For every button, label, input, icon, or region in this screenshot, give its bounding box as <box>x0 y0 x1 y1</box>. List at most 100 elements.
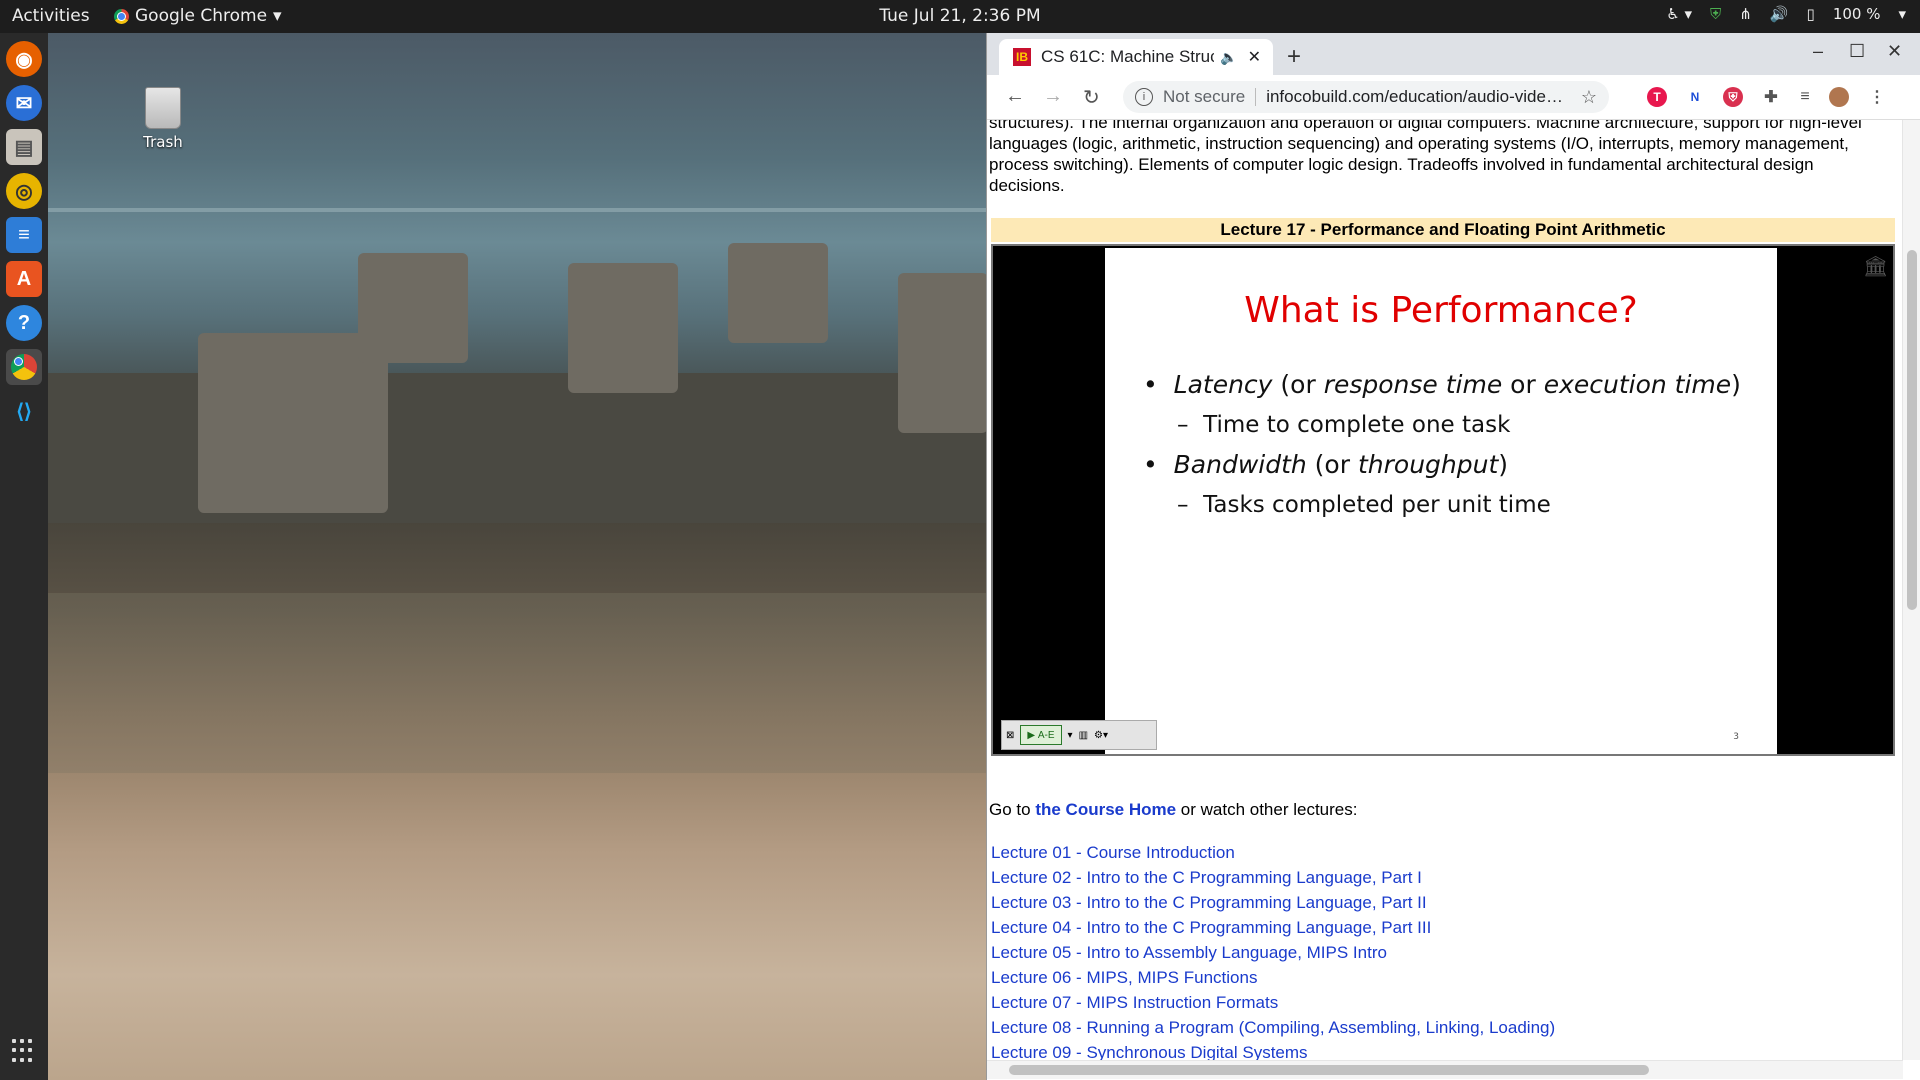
goto-suffix: or watch other lectures: <box>1176 800 1358 819</box>
close-tab-icon[interactable]: ✕ <box>1248 47 1261 67</box>
course-home-link[interactable]: the Course Home <box>1035 800 1176 819</box>
course-description: structures). The internal organization a… <box>989 120 1862 195</box>
trash-desktop-icon[interactable]: Trash <box>128 87 198 151</box>
play-button-label: A-E <box>1037 729 1055 741</box>
battery-icon: ▯ <box>1806 5 1815 23</box>
player-controls: ⊠ ▶ A-E ▾ ▥ ⚙▾ <box>1001 720 1157 750</box>
chrome-logo <box>11 354 37 380</box>
back-button[interactable]: ← <box>1005 85 1025 108</box>
slide-title: What is Performance? <box>1244 290 1638 331</box>
trash-label: Trash <box>143 133 183 151</box>
vertical-scrollbar[interactable] <box>1902 120 1920 1060</box>
files-icon[interactable]: ▤ <box>6 129 42 165</box>
profile-avatar[interactable] <box>1829 87 1849 107</box>
archive-icon[interactable]: 🏛 <box>1863 254 1888 278</box>
slide-text: ) <box>1731 370 1741 399</box>
tab-strip: IB CS 61C: Machine Struc 🔈 ✕ + – ☐ ✕ <box>987 33 1920 75</box>
slide-text: Time to complete one task <box>1203 412 1511 438</box>
extension-n-icon[interactable]: N <box>1685 87 1705 107</box>
tab-title: CS 61C: Machine Struc <box>1041 47 1215 66</box>
rhythmbox-icon[interactable]: ◎ <box>6 173 42 209</box>
slide-page-number: 3 <box>1733 732 1739 742</box>
lecture-link[interactable]: Lecture 07 - MIPS Instruction Formats <box>991 990 1555 1015</box>
site-favicon: IB <box>1013 48 1031 66</box>
maximize-button[interactable]: ☐ <box>1849 41 1865 62</box>
desktop-wallpaper: Trash <box>48 33 986 1080</box>
slide-bullet-2: • Bandwidth (or throughput) <box>1143 450 1509 479</box>
gear-icon[interactable]: ⚙▾ <box>1094 730 1108 741</box>
system-tray[interactable]: ♿ ▾ ⛨ ⋔ 🔊 ▯ 100 % ▾ <box>1666 5 1906 23</box>
extensions-puzzle-icon[interactable]: ✚ <box>1761 87 1781 107</box>
wall-post <box>358 253 468 363</box>
lecture-link[interactable]: Lecture 04 - Intro to the C Programming … <box>991 915 1555 940</box>
menu-kebab-icon[interactable]: ⋮ <box>1867 87 1887 107</box>
accessibility-icon[interactable]: ♿ ▾ <box>1666 5 1692 23</box>
minimize-button[interactable]: – <box>1813 41 1823 62</box>
help-icon[interactable]: ? <box>6 305 42 341</box>
lecture-link[interactable]: Lecture 05 - Intro to Assembly Language,… <box>991 940 1555 965</box>
dropdown-arrow-icon[interactable]: ▾ <box>1068 730 1073 741</box>
clock[interactable]: Tue Jul 21, 2:36 PM <box>879 6 1040 26</box>
media-queue-icon[interactable]: ≡ <box>1795 87 1815 107</box>
bookmark-star-icon[interactable]: ☆ <box>1581 87 1597 108</box>
chevron-down-icon: ▾ <box>273 6 282 26</box>
slide-text: (or <box>1306 450 1358 479</box>
lecture-link[interactable]: Lecture 09 - Synchronous Digital Systems <box>991 1040 1555 1060</box>
audio-playing-icon[interactable]: 🔈 <box>1220 49 1237 66</box>
software-icon[interactable]: A <box>6 261 42 297</box>
lecture-link[interactable]: Lecture 06 - MIPS, MIPS Functions <box>991 965 1555 990</box>
video-player[interactable]: What is Performance? • Latency (or respo… <box>991 244 1895 756</box>
equalizer-icon[interactable]: ▥ <box>1079 730 1088 741</box>
lecture-list: Lecture 01 - Course Introduction Lecture… <box>991 840 1555 1060</box>
chrome-icon[interactable] <box>6 349 42 385</box>
lecture-slide: What is Performance? • Latency (or respo… <box>1105 248 1777 754</box>
goto-prefix: Go to <box>989 800 1036 819</box>
forward-button[interactable]: → <box>1043 85 1063 108</box>
thunderbird-icon[interactable]: ✉ <box>6 85 42 121</box>
sea-wall <box>48 373 986 523</box>
new-tab-button[interactable]: + <box>1287 43 1301 71</box>
battery-percent: 100 % <box>1832 5 1881 23</box>
slide-text: or <box>1502 370 1544 399</box>
scrollbar-thumb[interactable] <box>1907 250 1917 610</box>
slide-text: Tasks completed per unit time <box>1203 492 1551 518</box>
extension-shield-icon[interactable]: ⛨ <box>1723 87 1743 107</box>
slide-subbullet-2: – Tasks completed per unit time <box>1177 492 1551 518</box>
chevron-down-icon: ▾ <box>1898 5 1906 23</box>
extension-t-icon[interactable]: T <box>1647 87 1667 107</box>
slide-subbullet-1: – Time to complete one task <box>1177 412 1511 438</box>
firefox-icon[interactable]: ◉ <box>6 41 42 77</box>
wall-post <box>728 243 828 343</box>
settings-icon[interactable]: ⊠ <box>1006 730 1014 741</box>
app-menu-label: Google Chrome <box>135 6 268 26</box>
not-secure-label[interactable]: Not secure <box>1163 87 1245 107</box>
lecture-link[interactable]: Lecture 08 - Running a Program (Compilin… <box>991 1015 1555 1040</box>
vscode-icon[interactable]: ⟨⟩ <box>6 393 42 429</box>
url-text[interactable]: infocobuild.com/education/audio-vide… <box>1266 87 1581 107</box>
app-menu[interactable]: Google Chrome ▾ <box>114 6 282 26</box>
slide-bullet-1: • Latency (or response time or execution… <box>1143 370 1741 399</box>
volume-icon: 🔊 <box>1769 5 1789 23</box>
water-reflection <box>48 593 986 773</box>
lecture-link[interactable]: Lecture 03 - Intro to the C Programming … <box>991 890 1555 915</box>
chrome-icon <box>114 8 129 24</box>
address-bar[interactable]: i Not secure infocobuild.com/education/a… <box>1123 81 1609 113</box>
slide-text: ) <box>1498 450 1509 479</box>
course-navigation: Go to the Course Home or watch other lec… <box>989 800 1357 820</box>
close-window-button[interactable]: ✕ <box>1887 41 1902 62</box>
page-content: structures). The internal organization a… <box>987 120 1903 1060</box>
browser-window: IB CS 61C: Machine Struc 🔈 ✕ + – ☐ ✕ ← →… <box>986 33 1920 1080</box>
reload-button[interactable]: ↻ <box>1083 85 1100 110</box>
horizontal-scrollbar[interactable] <box>987 1060 1903 1079</box>
show-applications-icon[interactable] <box>12 1039 36 1063</box>
browser-tab[interactable]: IB CS 61C: Machine Struc 🔈 ✕ <box>999 39 1273 75</box>
network-icon: ⋔ <box>1739 5 1752 23</box>
shield-icon[interactable]: ⛨ <box>1710 5 1721 23</box>
lecture-link[interactable]: Lecture 02 - Intro to the C Programming … <box>991 865 1555 890</box>
play-button[interactable]: ▶ A-E <box>1020 725 1062 745</box>
info-icon[interactable]: i <box>1135 88 1153 106</box>
lecture-link[interactable]: Lecture 01 - Course Introduction <box>991 840 1555 865</box>
writer-icon[interactable]: ≡ <box>6 217 42 253</box>
scrollbar-thumb[interactable] <box>1009 1065 1649 1075</box>
activities-button[interactable]: Activities <box>12 6 90 26</box>
